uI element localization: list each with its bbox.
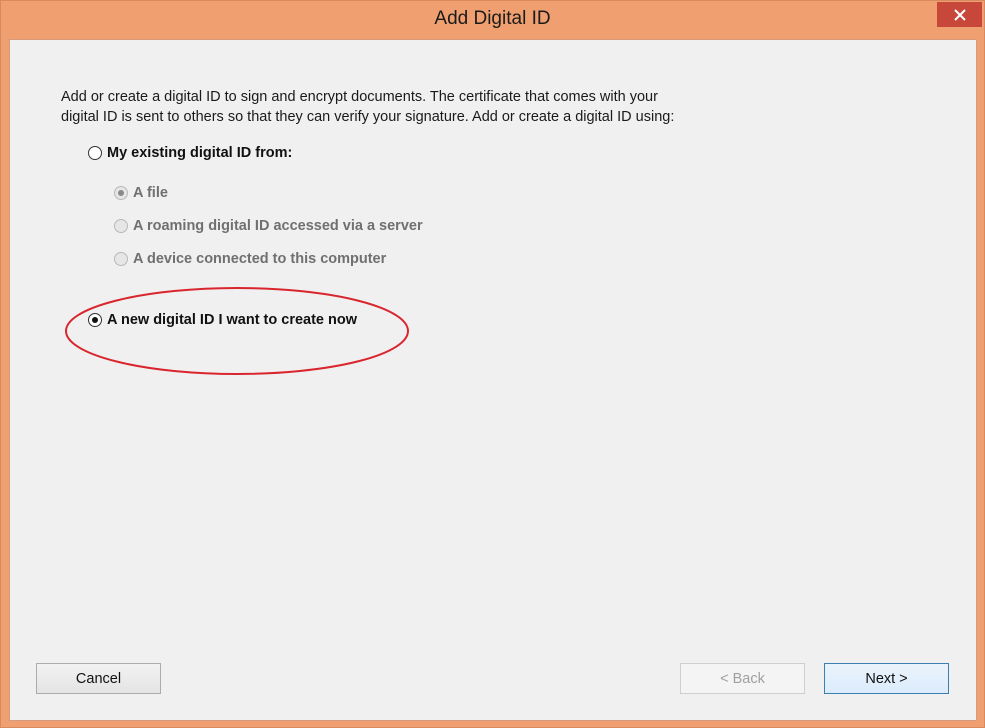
window-title: Add Digital ID (434, 8, 551, 29)
option-roaming-id-label: A roaming digital ID accessed via a serv… (133, 218, 423, 234)
close-button[interactable] (937, 2, 982, 27)
radio-device (114, 252, 128, 266)
option-a-file: A file (114, 185, 168, 201)
description-line-2: digital ID is sent to others so that the… (61, 109, 675, 125)
close-icon (953, 8, 966, 21)
cancel-button[interactable]: Cancel (36, 663, 161, 694)
title-bar[interactable]: Add Digital ID (1, 1, 984, 39)
description-text: Add or create a digital ID to sign and e… (61, 87, 741, 127)
description-line-1: Add or create a digital ID to sign and e… (61, 89, 658, 105)
option-a-file-label: A file (133, 185, 168, 201)
option-device: A device connected to this computer (114, 251, 386, 267)
radio-a-file (114, 186, 128, 200)
next-button[interactable]: Next > (824, 663, 949, 694)
back-button[interactable]: < Back (680, 663, 805, 694)
dialog-content: Add or create a digital ID to sign and e… (9, 39, 977, 721)
option-existing-id-label: My existing digital ID from: (107, 145, 293, 161)
option-new-id-label: A new digital ID I want to create now (107, 312, 358, 328)
radio-new-id[interactable] (88, 313, 102, 327)
highlight-ellipse (65, 287, 409, 375)
option-device-label: A device connected to this computer (133, 251, 387, 267)
radio-existing-id[interactable] (88, 146, 102, 160)
option-existing-id[interactable]: My existing digital ID from: (88, 145, 292, 161)
option-new-id[interactable]: A new digital ID I want to create now (88, 312, 357, 328)
radio-roaming-id (114, 219, 128, 233)
option-roaming-id: A roaming digital ID accessed via a serv… (114, 218, 423, 234)
dialog-window: Add Digital ID Add or create a digital I… (0, 0, 985, 728)
